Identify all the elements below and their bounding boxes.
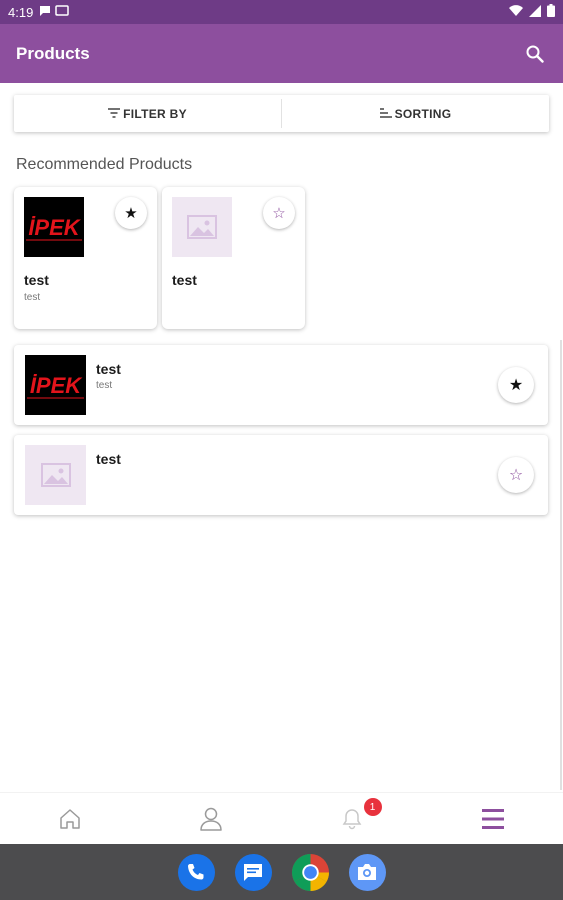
cast-icon <box>55 4 70 20</box>
star-outline-icon: ☆ <box>508 467 524 484</box>
recommended-card[interactable]: İPEK ★ test test <box>14 187 157 329</box>
profile-icon <box>200 807 222 831</box>
image-placeholder-icon <box>187 215 217 239</box>
image-placeholder-icon <box>40 463 71 487</box>
home-icon <box>60 808 81 829</box>
star-filled-icon: ★ <box>508 377 524 394</box>
sort-icon <box>379 107 392 121</box>
page-title: Products <box>16 43 90 63</box>
chrome-app[interactable] <box>291 853 329 891</box>
product-image: İPEK <box>24 197 84 257</box>
search-icon[interactable] <box>523 42 547 66</box>
favorite-button[interactable]: ★ <box>115 197 147 229</box>
product-list-item[interactable]: İPEK test test ★ <box>14 345 548 425</box>
phone-app[interactable] <box>177 853 215 891</box>
nav-profile[interactable] <box>141 793 282 844</box>
nav-home[interactable] <box>0 793 141 844</box>
recommended-card[interactable]: ☆ test <box>162 187 305 329</box>
phone-icon <box>188 864 204 880</box>
favorite-button[interactable]: ★ <box>498 367 534 403</box>
wifi-icon <box>509 4 523 20</box>
product-image: İPEK <box>25 355 86 415</box>
product-name: test <box>172 272 197 288</box>
notification-badge: 1 <box>363 798 382 816</box>
product-list-item[interactable]: test ☆ <box>14 435 548 515</box>
sorting-button[interactable]: SORTING <box>282 95 549 132</box>
messages-app[interactable] <box>234 853 272 891</box>
filter-icon <box>108 107 121 121</box>
scrollbar[interactable] <box>560 340 562 790</box>
filter-by-button[interactable]: FILTER BY <box>14 95 281 132</box>
status-bar: 4:19 <box>0 0 563 24</box>
nav-notifications[interactable]: 1 <box>282 793 423 844</box>
product-image <box>25 445 86 505</box>
svg-text:İPEK: İPEK <box>28 215 81 240</box>
product-subtitle: test <box>96 380 113 391</box>
system-dock <box>0 844 563 900</box>
product-name: test <box>96 361 121 377</box>
favorite-button[interactable]: ☆ <box>263 197 295 229</box>
product-name: test <box>96 451 121 467</box>
product-image <box>172 197 232 257</box>
favorite-button[interactable]: ☆ <box>498 457 534 493</box>
section-title: Recommended Products <box>16 156 193 173</box>
battery-icon <box>547 4 555 20</box>
message-notification-icon <box>39 5 51 20</box>
messages-icon <box>244 864 262 881</box>
bottom-navigation: 1 <box>0 792 563 844</box>
nav-menu[interactable] <box>422 793 563 844</box>
menu-icon <box>481 808 504 829</box>
star-filled-icon: ★ <box>124 205 138 222</box>
sorting-label: SORTING <box>394 106 452 121</box>
star-outline-icon: ☆ <box>272 205 286 222</box>
product-name: test <box>24 272 49 288</box>
svg-text:İPEK: İPEK <box>30 373 83 398</box>
app-bar: Products <box>0 24 563 83</box>
ipek-logo: İPEK <box>24 197 84 257</box>
camera-icon <box>358 864 376 880</box>
signal-icon <box>529 4 541 20</box>
filter-sort-bar: FILTER BY SORTING <box>14 95 549 132</box>
camera-app[interactable] <box>348 853 386 891</box>
filter-by-label: FILTER BY <box>123 106 187 121</box>
product-subtitle: test <box>24 292 41 303</box>
chrome-icon <box>291 853 329 891</box>
status-time: 4:19 <box>8 4 34 20</box>
notifications-icon <box>342 808 362 829</box>
ipek-logo: İPEK <box>25 355 86 415</box>
